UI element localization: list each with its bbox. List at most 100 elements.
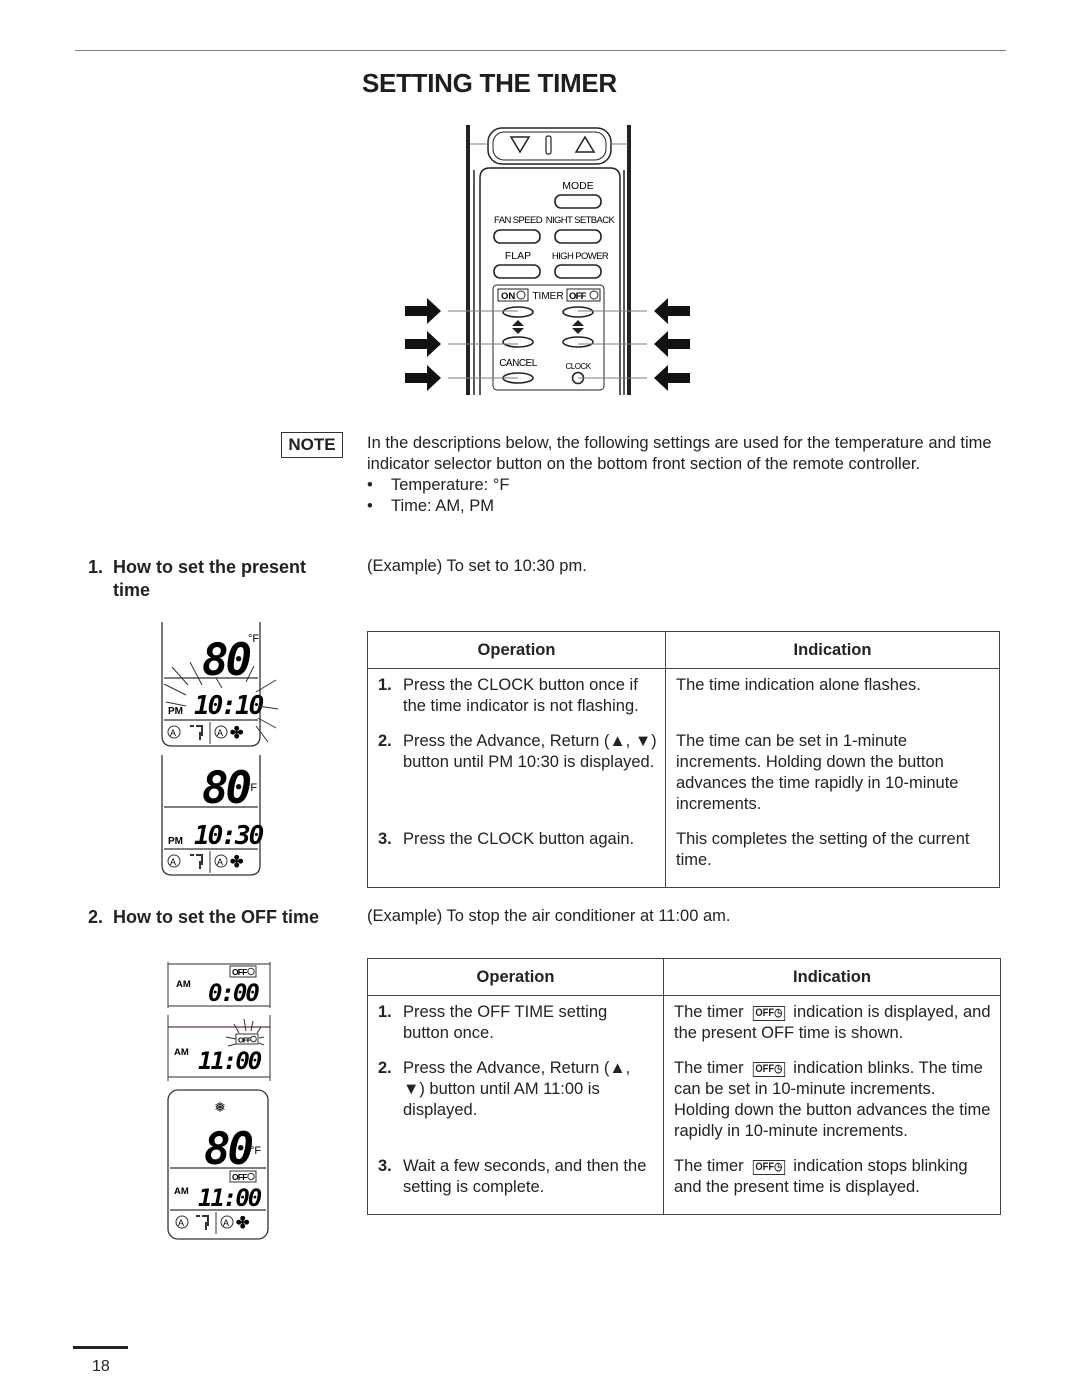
- table-row: 3. Wait a few seconds, and then the setti…: [367, 1156, 1001, 1215]
- svg-text:A: A: [223, 1218, 229, 1228]
- off-timer-indicator-icon: OFF◷: [752, 1006, 785, 1021]
- section1-heading: 1. How to set the present time: [88, 556, 338, 602]
- clock-icon: [589, 290, 599, 300]
- column-header-indication: Indication: [665, 631, 1000, 669]
- off-timer-indicator-icon: OFF◷: [752, 1160, 785, 1175]
- indication-prefix: The timer: [674, 1003, 744, 1021]
- svg-text:A: A: [217, 857, 223, 867]
- arrow-right-icon: [405, 365, 441, 391]
- svg-text:A: A: [170, 728, 176, 738]
- auto-mode-icon: A: [167, 854, 181, 868]
- footer-rule: [73, 1346, 128, 1349]
- indication-prefix: The timer: [674, 1157, 744, 1175]
- table-row: 3. Press the CLOCK button again. This com…: [367, 829, 1000, 888]
- night-setback-button[interactable]: [554, 229, 602, 244]
- night-setback-label: NIGHT SETBACK: [546, 215, 616, 226]
- section1-number: 1.: [88, 557, 104, 577]
- arrow-right-icon: [405, 331, 441, 357]
- lcd-unit: °F: [246, 782, 257, 794]
- section1-example: (Example) To set to 10:30 pm.: [367, 557, 587, 575]
- clock-icon: [516, 290, 526, 300]
- section2-number: 2.: [88, 907, 104, 927]
- step-number: 3.: [378, 830, 392, 848]
- operation-text: Press the CLOCK button again.: [403, 830, 635, 848]
- table-row: 1. Press the OFF TIME setting button once…: [367, 995, 1001, 1059]
- table-row: 1. Press the CLOCK button once if the tim…: [367, 668, 1000, 731]
- operation-text: Press the OFF TIME setting button once.: [403, 1003, 608, 1042]
- indication-text: The time indication alone flashes.: [676, 676, 921, 694]
- off-timer-indicator-icon: OFF◷: [752, 1062, 785, 1077]
- off-badge-label: OFF: [755, 1161, 774, 1173]
- arrow-left-icon: [654, 365, 690, 391]
- section2-heading: 2. How to set the OFF time: [88, 906, 358, 929]
- column-header-operation: Operation: [367, 958, 664, 996]
- indication-text: The timer OFF◷ indication stops blinking a…: [664, 1156, 1001, 1215]
- off-timer-adjust-button[interactable]: [562, 336, 594, 348]
- auto-mode-icon: A: [175, 1215, 189, 1229]
- section2-example: (Example) To stop the air conditioner at…: [367, 907, 731, 925]
- step-number: 1.: [378, 676, 392, 694]
- on-timer-label: ON: [501, 291, 515, 302]
- lcd-unit: °F: [248, 633, 259, 645]
- high-power-button[interactable]: [554, 264, 602, 279]
- up-arrow-button-icon: [574, 135, 596, 153]
- operation-text: Press the CLOCK button once if the time …: [403, 676, 639, 715]
- lcd-time: 0:00: [208, 979, 259, 1007]
- flap-icon: [190, 725, 203, 740]
- indication-text: The timer OFF◷ indication is displayed, an…: [664, 996, 1001, 1059]
- off-badge-label: OFF: [755, 1063, 774, 1075]
- lcd-display-off-time-initial: OFF AM 0:00: [167, 962, 271, 1008]
- column-header-operation: Operation: [367, 631, 666, 669]
- mode-button[interactable]: [554, 194, 602, 209]
- lcd-time: 11:00: [198, 1047, 262, 1075]
- column-header-indication: Indication: [663, 958, 1001, 996]
- section2-heading-text: How to set the OFF time: [113, 907, 320, 927]
- note-text: In the descriptions below, the following…: [367, 433, 1007, 517]
- flap-button[interactable]: [493, 264, 541, 279]
- fan-icon: ✤: [230, 854, 244, 871]
- off-timer-set-button[interactable]: [562, 306, 594, 318]
- indication-text: The timer OFF◷ indication blinks. The time…: [664, 1058, 1001, 1156]
- fan-icon: ✤: [230, 725, 244, 742]
- clock-icon: [250, 1035, 257, 1043]
- on-timer-adjust-button[interactable]: [502, 336, 534, 348]
- lcd-period: PM: [168, 706, 183, 717]
- svg-text:A: A: [217, 728, 223, 738]
- lcd-period: PM: [168, 836, 183, 847]
- fan-speed-label: FAN SPEED: [494, 215, 543, 226]
- off-badge-label: OFF: [238, 1036, 252, 1045]
- lcd-period: AM: [174, 1186, 189, 1197]
- note-bullets: Temperature: °F Time: AM, PM: [367, 475, 1007, 517]
- arrow-right-icon: [405, 298, 441, 324]
- indication-text: This completes the setting of the curren…: [676, 830, 970, 869]
- top-rule: [75, 50, 1006, 51]
- fan-speed-button[interactable]: [493, 229, 541, 244]
- up-down-icon: [512, 320, 584, 334]
- lcd-time: 10:30: [194, 821, 264, 851]
- off-badge-label: OFF: [232, 1172, 247, 1182]
- fan-icon: ✤: [236, 1215, 250, 1232]
- down-arrow-button-icon: [509, 136, 531, 154]
- lcd-period: AM: [174, 1047, 189, 1058]
- step-number: 2.: [378, 1059, 392, 1077]
- page-number: 18: [92, 1358, 110, 1375]
- step-number: 3.: [378, 1157, 392, 1175]
- on-timer-set-button[interactable]: [502, 306, 534, 318]
- note-label: NOTE: [281, 432, 343, 458]
- mode-label: MODE: [562, 180, 594, 192]
- lcd-period: AM: [176, 979, 191, 990]
- lcd-display-present-time-set: 80 °F PM 10:30 A A ✤: [161, 755, 266, 876]
- remote-controller-illustration: MODE FAN SPEED NIGHT SETBACK FLAP HIGH P…: [405, 125, 690, 395]
- svg-text:A: A: [178, 1218, 184, 1228]
- lcd-display-off-time-blinking: OFF AM 11:00: [167, 1015, 271, 1081]
- clock-icon: [247, 967, 255, 976]
- auto-fan-icon: A: [214, 725, 228, 739]
- auto-mode-icon: A: [167, 725, 181, 739]
- present-time-table: Operation Indication 1. Press the CLOCK b…: [367, 631, 1000, 888]
- operation-text: Wait a few seconds, and then the setting…: [403, 1157, 647, 1196]
- lcd-time: 11:00: [198, 1184, 262, 1212]
- table-row: 2. Press the Advance, Return (▲, ▼) butto…: [367, 731, 1000, 829]
- cool-mode-snowflake-icon: ❅: [214, 1099, 226, 1115]
- operation-text: Press the Advance, Return (▲, ▼) button …: [403, 1059, 631, 1119]
- step-number: 1.: [378, 1003, 392, 1021]
